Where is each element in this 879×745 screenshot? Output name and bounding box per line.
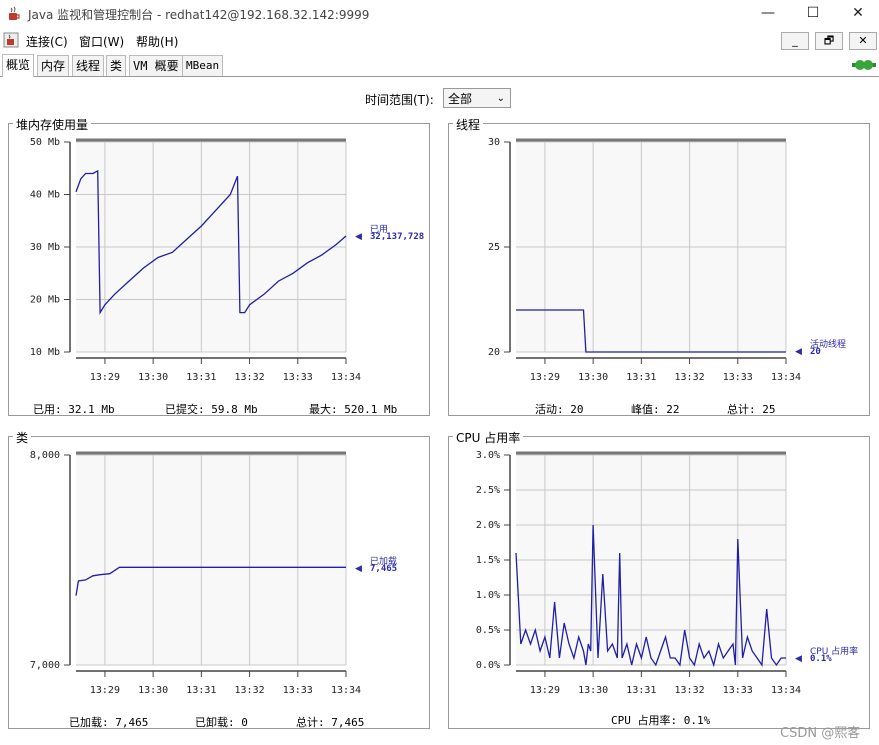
time-range-value: 全部 (448, 92, 473, 106)
x-tick-label: 13:34 (331, 372, 361, 383)
cpu-legend-value: 0.1% (810, 654, 832, 664)
x-tick-label: 13:32 (235, 372, 265, 383)
watermark: CSDN @熙客 (780, 726, 861, 741)
classes-stat-unloaded: 已卸载: 0 (195, 716, 248, 729)
x-tick-label: 13:33 (283, 685, 313, 696)
tab-mbean[interactable]: MBean (182, 55, 224, 76)
x-tick-label: 13:31 (186, 685, 216, 696)
x-tick-label: 13:33 (723, 372, 753, 383)
threads-stat-peak: 峰值: 22 (631, 403, 680, 416)
y-tick-label: 30 (488, 137, 500, 148)
app-icon (3, 32, 19, 48)
x-tick-label: 13:29 (530, 685, 560, 696)
threads-chart: 30 25 20 13:29 13:30 13:31 13:32 13:33 13:34 (488, 137, 801, 383)
x-tick-label: 13:34 (771, 685, 801, 696)
x-tick-label: 13:29 (90, 685, 120, 696)
legend-arrow-icon: ◀ (795, 654, 802, 664)
y-tick-label: 3.0% (476, 450, 500, 461)
menu-bar (0, 28, 879, 52)
time-range-label: 时间范围(T): (365, 93, 434, 107)
y-tick-label: 25 (488, 242, 500, 253)
connection-status-icon (852, 58, 876, 72)
tab-classes[interactable]: 类 (106, 55, 127, 76)
x-tick-label: 13:30 (138, 685, 168, 696)
x-tick-label: 13:34 (771, 372, 801, 383)
maximize-button[interactable]: ☐ (790, 0, 836, 28)
y-tick-label: 50 Mb (30, 137, 60, 148)
threads-stat-total: 总计: 25 (727, 403, 776, 416)
menu-connection[interactable]: 连接(C) (26, 33, 68, 50)
menu-window[interactable]: 窗口(W) (79, 33, 124, 50)
classes-chart: 8,000 7,000 13:29 13:30 13:31 13:32 13:33 13:34 (30, 450, 361, 696)
heap-stat-max: 最大: 520.1 Mb (309, 403, 398, 416)
tab-memory[interactable]: 内存 (37, 55, 70, 76)
heap-stat-committed: 已提交: 59.8 Mb (165, 403, 258, 416)
y-tick-label: 1.5% (476, 555, 500, 566)
inner-close-button[interactable]: ✕ (849, 32, 877, 50)
y-tick-label: 20 Mb (30, 295, 60, 306)
chevron-down-icon: ⌄ (496, 93, 505, 104)
menu-help[interactable]: 帮助(H) (136, 33, 178, 50)
plot-area (76, 455, 346, 665)
y-tick-label: 0.5% (476, 625, 500, 636)
x-tick-label: 13:32 (675, 685, 705, 696)
x-tick-label: 13:34 (331, 685, 361, 696)
y-tick-label: 7,000 (30, 660, 60, 671)
x-tick-label: 13:29 (530, 372, 560, 383)
inner-minimize-button[interactable]: _ (781, 32, 809, 50)
x-tick-label: 13:32 (675, 372, 705, 383)
tab-vm-summary[interactable]: VM 概要 (129, 55, 183, 76)
x-tick-label: 13:31 (626, 372, 656, 383)
inner-restore-button[interactable]: 🗗 (815, 32, 843, 50)
heap-legend-value: 32,137,728 (370, 232, 425, 242)
x-tick-label: 13:31 (626, 685, 656, 696)
heap-chart: 50 Mb 40 Mb 30 Mb 20 Mb 10 Mb 13:29 13:30 13:31… (30, 137, 361, 383)
legend-arrow-icon: ◀ (355, 232, 362, 242)
legend-arrow-icon: ◀ (355, 564, 362, 574)
threads-legend-value: 20 (810, 347, 821, 357)
y-tick-label: 0.0% (476, 660, 500, 671)
time-range-select[interactable]: 全部 ⌄ (443, 88, 511, 108)
minimize-button[interactable]: — (745, 0, 791, 28)
x-tick-label: 13:29 (90, 372, 120, 383)
x-tick-label: 13:30 (138, 372, 168, 383)
x-tick-label: 13:33 (723, 685, 753, 696)
y-tick-label: 2.5% (476, 485, 500, 496)
classes-stat-total: 总计: 7,465 (296, 716, 365, 729)
x-tick-label: 13:32 (235, 685, 265, 696)
heap-stat-used: 已用: 32.1 Mb (33, 403, 115, 416)
cpu-chart: 3.0% 2.5% 2.0% 1.5% 1.0% 0.5% 0.0% 13:29 13:30 13… (476, 450, 801, 696)
x-tick-label: 13:30 (578, 685, 608, 696)
y-tick-label: 40 Mb (30, 190, 60, 201)
y-tick-label: 30 Mb (30, 242, 60, 253)
tab-threads[interactable]: 线程 (72, 55, 105, 76)
y-tick-label: 1.0% (476, 590, 500, 601)
legend-arrow-icon: ◀ (795, 347, 802, 357)
x-tick-label: 13:31 (186, 372, 216, 383)
close-button[interactable]: ✕ (835, 0, 879, 28)
window-title: Java 监视和管理控制台 - redhat142@192.168.32.142… (28, 8, 370, 22)
classes-legend-value: 7,465 (370, 564, 398, 574)
java-cup-icon (6, 6, 22, 22)
threads-stat-live: 活动: 20 (535, 403, 584, 416)
classes-stat-loaded: 已加载: 7,465 (69, 716, 149, 729)
tab-overview[interactable]: 概览 (2, 54, 35, 77)
y-tick-label: 8,000 (30, 450, 60, 461)
x-tick-label: 13:30 (578, 372, 608, 383)
cpu-stat-usage: CPU 占用率: 0.1% (611, 714, 711, 727)
y-tick-label: 10 Mb (30, 347, 60, 358)
y-tick-label: 20 (488, 347, 500, 358)
y-tick-label: 2.0% (476, 520, 500, 531)
x-tick-label: 13:33 (283, 372, 313, 383)
